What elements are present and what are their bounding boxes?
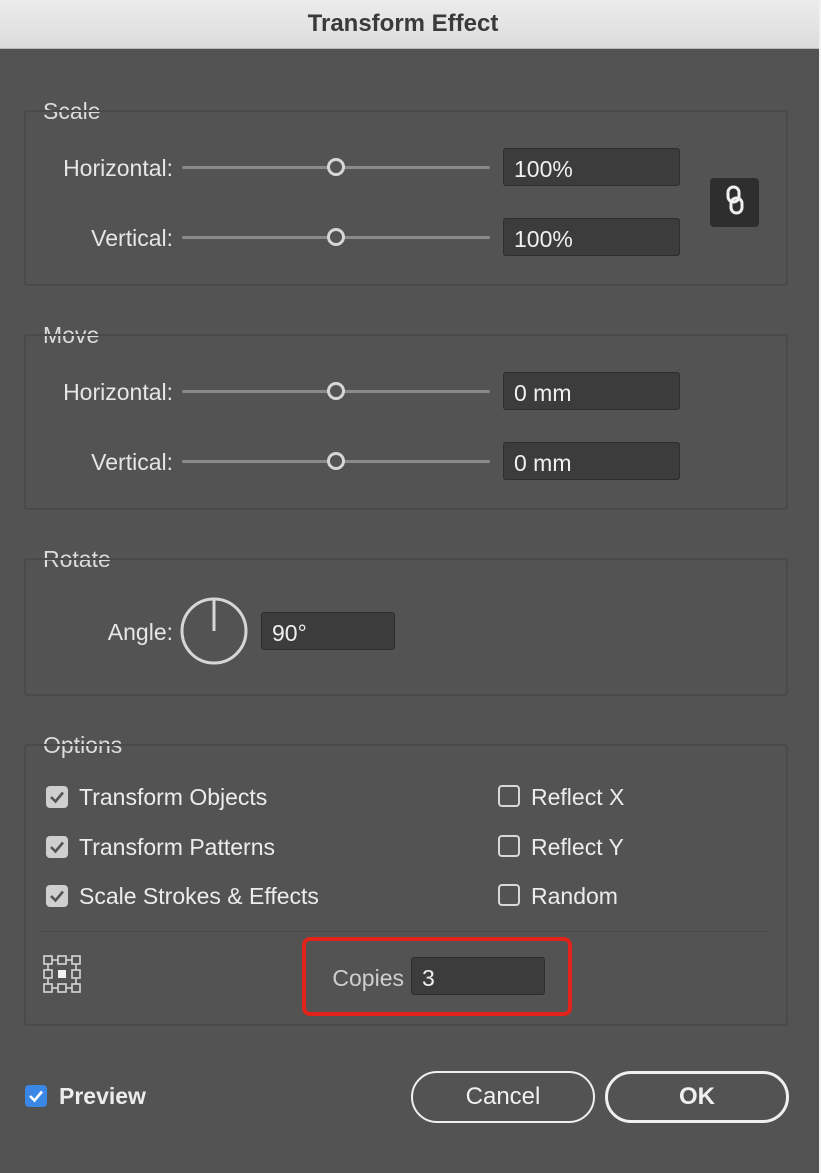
scale-vertical-label: Vertical: <box>91 225 173 251</box>
preview-label[interactable]: Preview <box>59 1083 146 1110</box>
scale-strokes-label[interactable]: Scale Strokes & Effects <box>79 883 319 910</box>
angle-dial[interactable] <box>180 597 248 670</box>
angle-label: Angle: <box>107 619 173 645</box>
move-horizontal-slider-knob[interactable] <box>327 382 345 400</box>
move-vertical-field[interactable]: 0 mm <box>503 442 680 480</box>
move-vertical-slider-knob[interactable] <box>327 452 345 470</box>
checkbox-box[interactable] <box>46 836 68 858</box>
checkbox-box[interactable] <box>46 885 68 907</box>
options-divider <box>40 931 770 932</box>
checkbox-box[interactable] <box>46 786 68 808</box>
scale-horizontal-field[interactable]: 100% <box>503 148 680 186</box>
angle-field[interactable]: 90° <box>261 612 395 650</box>
checkbox-box[interactable] <box>498 884 520 906</box>
reflect-x-label[interactable]: Reflect X <box>531 784 624 811</box>
reference-point-icon[interactable] <box>43 955 81 998</box>
ok-button[interactable]: OK <box>605 1071 789 1123</box>
checkmark-icon <box>29 1090 43 1103</box>
scale-horizontal-label: Horizontal: <box>63 155 173 181</box>
dialog-title: Transform Effect <box>307 10 499 37</box>
title-bar: Transform Effect <box>0 0 821 49</box>
scale-panel <box>24 110 788 286</box>
checkbox-box[interactable] <box>498 835 520 857</box>
constrain-proportions-button[interactable] <box>710 178 759 227</box>
checkmark-icon <box>50 890 64 903</box>
cancel-button[interactable]: Cancel <box>411 1071 595 1123</box>
move-horizontal-label: Horizontal: <box>63 379 173 405</box>
move-horizontal-field[interactable]: 0 mm <box>503 372 680 410</box>
checkbox-box[interactable] <box>25 1085 47 1107</box>
link-icon <box>725 185 745 220</box>
checkbox-box[interactable] <box>498 785 520 807</box>
reflect-y-label[interactable]: Reflect Y <box>531 834 624 861</box>
random-label[interactable]: Random <box>531 883 618 910</box>
transform-patterns-label[interactable]: Transform Patterns <box>79 834 275 861</box>
scale-vertical-slider-knob[interactable] <box>327 228 345 246</box>
copies-highlight-annotation <box>302 937 572 1016</box>
checkmark-icon <box>50 791 64 804</box>
transform-objects-label[interactable]: Transform Objects <box>79 784 267 811</box>
checkmark-icon <box>50 841 64 854</box>
scale-vertical-field[interactable]: 100% <box>503 218 680 256</box>
scale-horizontal-slider-knob[interactable] <box>327 158 345 176</box>
move-vertical-label: Vertical: <box>91 449 173 475</box>
move-panel <box>24 334 788 510</box>
